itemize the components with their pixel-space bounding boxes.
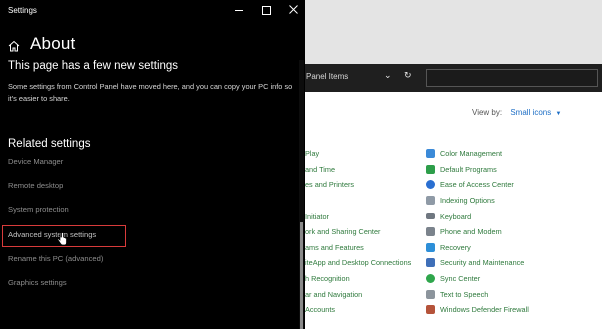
cp-item[interactable]: es and Printers	[300, 177, 411, 193]
speech-icon	[426, 289, 435, 299]
flag-icon	[426, 258, 435, 268]
cp-item-firewall[interactable]: Windows Defender Firewall	[426, 302, 529, 318]
chevron-down-icon[interactable]: ⌄	[384, 70, 392, 81]
graphics-settings-link[interactable]: Graphics settings	[8, 278, 103, 302]
caret-down-icon[interactable]: ▼	[555, 111, 561, 117]
indexing-options-icon	[426, 196, 435, 206]
minimize-button[interactable]	[231, 3, 247, 17]
scrollbar-thumb[interactable]	[300, 222, 303, 329]
close-button[interactable]	[286, 3, 302, 17]
cp-item[interactable]: ams and Features	[300, 240, 411, 256]
cp-item[interactable]	[300, 193, 411, 209]
address-text[interactable]: Panel Items	[306, 72, 348, 81]
control-panel-window: Panel Items ⌄ ↻ View by: Small icons ▼ P…	[300, 0, 602, 329]
ease-of-access-icon	[426, 180, 435, 190]
remote-desktop-link[interactable]: Remote desktop	[8, 181, 103, 205]
cp-item[interactable]: h Recognition	[300, 271, 411, 287]
cp-item[interactable]: Accounts	[300, 302, 411, 318]
cp-item[interactable]: ar and Navigation	[300, 286, 411, 302]
sync-icon	[426, 274, 435, 284]
section-description: Some settings from Control Panel have mo…	[8, 82, 293, 103]
title-bar[interactable]: Settings	[0, 0, 305, 22]
cp-item-text-to-speech[interactable]: Text to Speech	[426, 286, 529, 302]
control-panel-items-column-2: Color Management Default Programs Ease o…	[426, 146, 529, 318]
address-bar[interactable]: Panel Items ⌄ ↻	[300, 64, 602, 92]
cp-item[interactable]: ork and Sharing Center	[300, 224, 411, 240]
hand-cursor-icon	[57, 232, 67, 246]
cp-item[interactable]: Play	[300, 146, 411, 162]
refresh-icon[interactable]: ↻	[404, 70, 412, 81]
device-manager-link[interactable]: Device Manager	[8, 157, 103, 181]
control-panel-items-column-1: Play and Time es and Printers Initiator …	[300, 146, 411, 318]
search-input[interactable]	[426, 69, 598, 87]
home-icon[interactable]	[8, 40, 20, 52]
window-title: Settings	[8, 6, 37, 15]
default-programs-icon	[426, 164, 435, 174]
maximize-button[interactable]	[258, 3, 274, 17]
related-settings-heading: Related settings	[8, 138, 91, 150]
control-panel-title-area	[300, 0, 602, 64]
close-icon[interactable]	[289, 5, 298, 14]
cp-item-indexing-options[interactable]: Indexing Options	[426, 193, 529, 209]
cp-item-sync-center[interactable]: Sync Center	[426, 271, 529, 287]
cp-item-default-programs[interactable]: Default Programs	[426, 162, 529, 178]
view-by-control[interactable]: View by: Small icons ▼	[472, 108, 561, 117]
view-by-dropdown[interactable]: Small icons	[510, 108, 551, 117]
firewall-icon	[426, 305, 435, 315]
color-management-icon	[426, 149, 435, 159]
cp-item[interactable]: iteApp and Desktop Connections	[300, 255, 411, 271]
keyboard-icon	[426, 213, 435, 220]
cp-item-ease-of-access[interactable]: Ease of Access Center	[426, 177, 529, 193]
cp-item[interactable]: and Time	[300, 162, 411, 178]
view-by-label: View by:	[472, 108, 503, 117]
settings-window: Settings About This page has a few new s…	[0, 0, 305, 329]
rename-pc-link[interactable]: Rename this PC (advanced)	[8, 254, 103, 278]
phone-icon	[426, 227, 435, 237]
cp-item-recovery[interactable]: Recovery	[426, 240, 529, 256]
cp-item-keyboard[interactable]: Keyboard	[426, 208, 529, 224]
recovery-icon	[426, 242, 435, 252]
cp-item-color-management[interactable]: Color Management	[426, 146, 529, 162]
page-title: About	[30, 34, 76, 53]
cp-item-phone-modem[interactable]: Phone and Modem	[426, 224, 529, 240]
cp-item-security-maintenance[interactable]: Security and Maintenance	[426, 255, 529, 271]
cp-item[interactable]: Initiator	[300, 208, 411, 224]
section-heading: This page has a few new settings	[8, 60, 179, 72]
